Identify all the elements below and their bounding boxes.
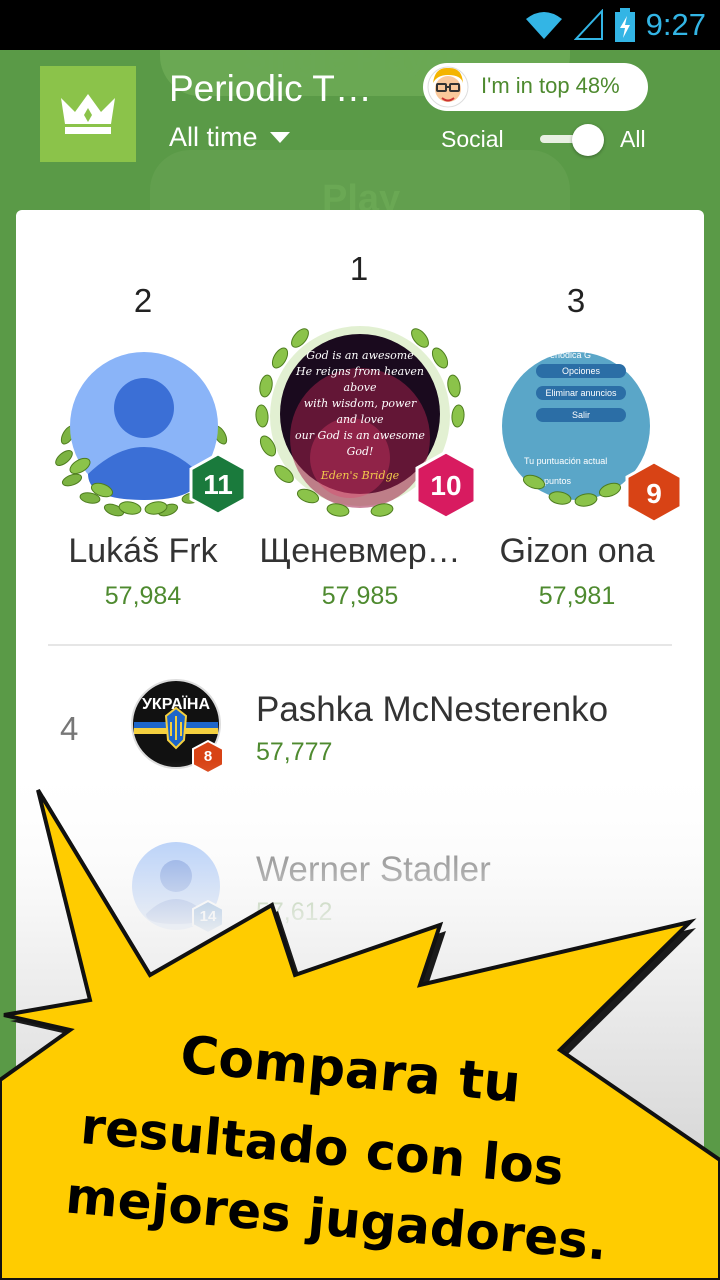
filter-social-label: Social <box>441 126 504 152</box>
podium-score-3: 57,981 <box>538 582 616 610</box>
app-logo[interactable] <box>40 66 136 162</box>
podium-avatar-1[interactable]: God is an awesome He reigns from heaven … <box>250 318 477 524</box>
podium-score-1: 57,985 <box>321 582 399 610</box>
list-avatar-text: УКРАЇНА <box>141 696 211 713</box>
list-score: 57,777 <box>256 738 333 766</box>
crown-icon <box>61 94 115 134</box>
list-name: Pashka McNesterenko <box>256 690 609 729</box>
status-icons: 9:27 <box>524 6 706 44</box>
divider <box>48 644 672 646</box>
social-all-toggle[interactable] <box>540 122 606 156</box>
period-label: All time <box>169 122 258 152</box>
list-item[interactable]: 5 14 Werner Stadler 57,612 <box>16 810 704 960</box>
dropdown-arrow-icon <box>269 131 290 143</box>
avatar-quote-signature: Eden's Bridge <box>320 469 400 482</box>
filter-all-label: All <box>620 126 646 152</box>
podium-name-2: Lukáš Frk <box>68 532 218 570</box>
level-badge-4: 8 <box>203 748 213 765</box>
wifi-icon <box>525 12 562 39</box>
page-title: Periodic T… <box>169 68 372 109</box>
avatar-quote-text: God is an awesome He reigns from heaven … <box>294 348 426 484</box>
podium-rank-2: 2 <box>133 282 153 319</box>
list-name: Werner Stadler <box>256 850 491 889</box>
toggle-thumb <box>572 124 604 156</box>
list-rank: 5 <box>60 870 79 907</box>
avatar-quote-line: He reigns from heaven above <box>296 365 424 394</box>
rank-badge[interactable]: I'm in top 48% <box>423 63 648 111</box>
podium-score-2: 57,984 <box>104 582 182 610</box>
level-badge-1: 10 <box>430 470 462 501</box>
status-bar: 9:27 <box>0 0 720 50</box>
podium-avatar-3[interactable]: Periodica G Opciones Eliminar anuncios S… <box>486 350 683 524</box>
podium-avatar-2[interactable]: 11 <box>50 350 247 520</box>
battery-charging-icon <box>614 8 635 42</box>
podium-name-1: Щеневмер… <box>259 532 461 570</box>
level-badge-3: 9 <box>646 478 662 509</box>
signal-icon <box>573 9 603 40</box>
level-badge-5: 14 <box>199 908 217 925</box>
list-rank: 4 <box>60 710 79 747</box>
user-avatar-icon <box>427 66 469 108</box>
avatar-quote-line: God is an awesome <box>306 349 414 362</box>
podium-name-3: Gizon ona <box>499 532 655 570</box>
list-item[interactable]: 4 УКРАЇНА 8 Pashka McNesterenko 57,777 <box>16 650 704 800</box>
period-dropdown[interactable]: All time <box>169 122 290 153</box>
list-score: 57,612 <box>256 898 333 926</box>
level-badge-2: 11 <box>203 469 233 500</box>
avatar-quote-line: our God is an awesome God! <box>295 429 425 458</box>
status-clock: 9:27 <box>645 7 706 42</box>
podium-rank-3: 3 <box>566 282 586 319</box>
avatar-quote-line: with wisdom, power and love <box>303 397 417 426</box>
rank-badge-text: I'm in top 48% <box>481 73 620 98</box>
podium-rank-1: 1 <box>349 250 369 287</box>
